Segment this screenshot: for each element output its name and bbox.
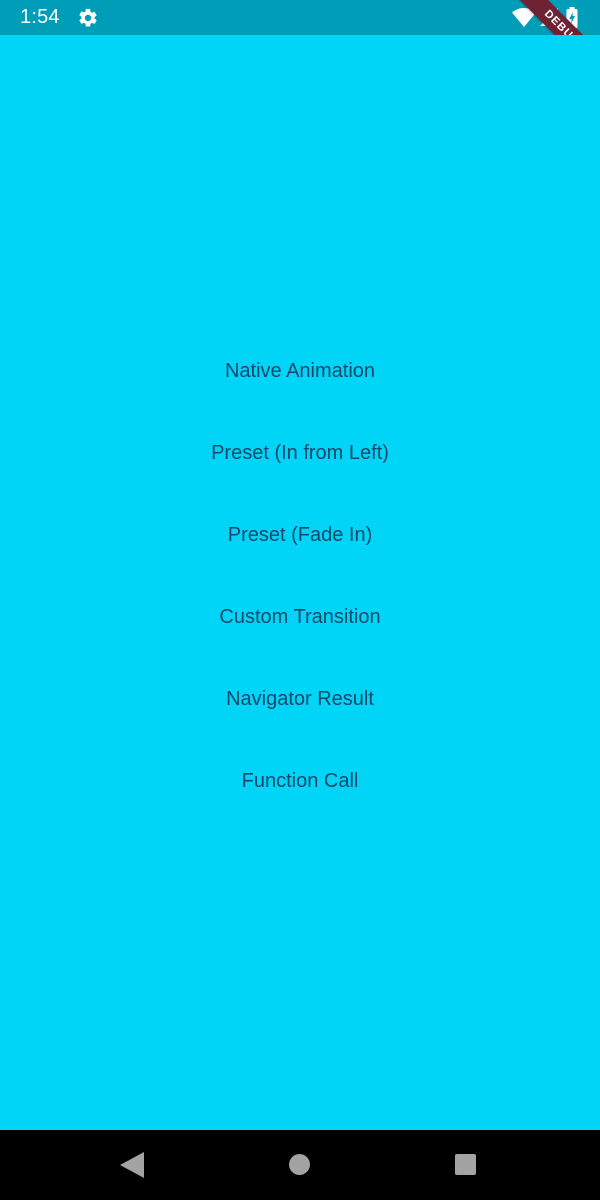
navigation-bar xyxy=(0,1130,600,1200)
preset-in-from-left-button[interactable]: Preset (In from Left) xyxy=(175,412,425,494)
recents-icon[interactable] xyxy=(455,1154,476,1175)
navigator-result-button[interactable]: Navigator Result xyxy=(175,658,425,740)
custom-transition-button[interactable]: Custom Transition xyxy=(175,576,425,658)
settings-icon xyxy=(79,8,97,27)
status-time: 1:54 xyxy=(20,6,60,28)
menu-list: Native Animation Preset (In from Left) P… xyxy=(0,330,600,822)
native-animation-button[interactable]: Native Animation xyxy=(175,330,425,412)
main-content: Native Animation Preset (In from Left) P… xyxy=(0,35,600,1130)
home-icon[interactable] xyxy=(289,1154,310,1175)
function-call-button[interactable]: Function Call xyxy=(175,740,425,822)
preset-fade-in-button[interactable]: Preset (Fade In) xyxy=(175,494,425,576)
status-bar: 1:54 xyxy=(0,0,600,35)
back-icon[interactable] xyxy=(120,1152,144,1178)
